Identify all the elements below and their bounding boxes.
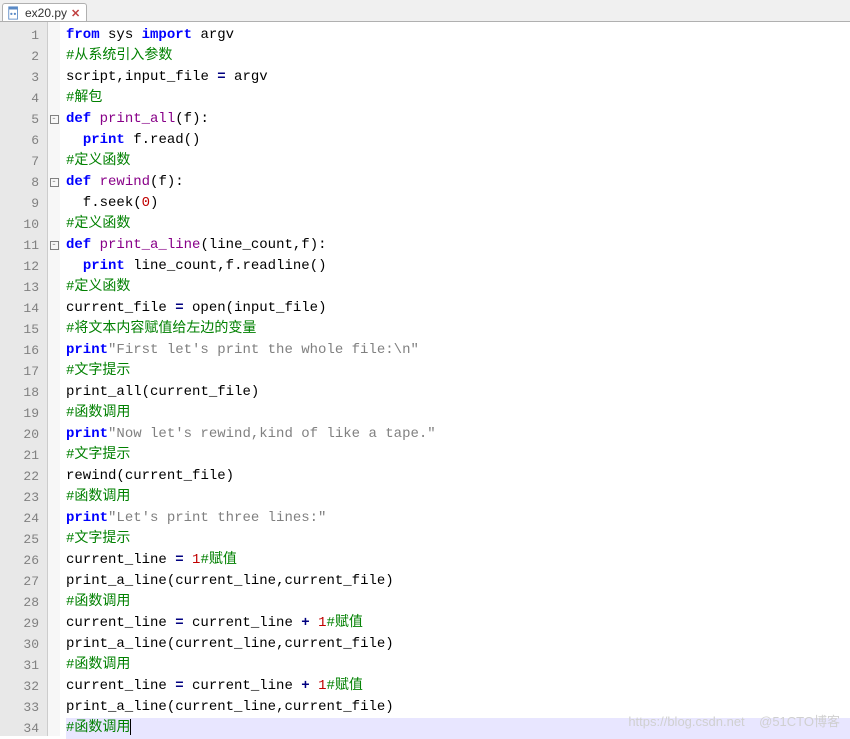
line-number: 18	[0, 382, 47, 403]
code-line[interactable]: print_a_line(current_line,current_file)	[66, 634, 850, 655]
line-number: 4	[0, 88, 47, 109]
line-number: 8	[0, 172, 47, 193]
line-number: 22	[0, 466, 47, 487]
code-line[interactable]: rewind(current_file)	[66, 466, 850, 487]
code-line[interactable]: print"First let's print the whole file:\…	[66, 340, 850, 361]
line-number: 13	[0, 277, 47, 298]
fold-toggle-icon[interactable]: -	[50, 115, 59, 124]
line-number: 21	[0, 445, 47, 466]
editor: 1234567891011121314151617181920212223242…	[0, 22, 850, 736]
code-line[interactable]: print"Now let's rewind,kind of like a ta…	[66, 424, 850, 445]
code-line[interactable]: print_a_line(current_line,current_file)	[66, 571, 850, 592]
line-number: 14	[0, 298, 47, 319]
code-line[interactable]: current_line = current_line + 1#赋值	[66, 676, 850, 697]
code-line[interactable]: #定义函数	[66, 277, 850, 298]
line-number: 6	[0, 130, 47, 151]
code-line[interactable]: current_line = current_line + 1#赋值	[66, 613, 850, 634]
tab-filename: ex20.py	[25, 6, 67, 20]
code-line[interactable]: from sys import argv	[66, 25, 850, 46]
code-line[interactable]: current_file = open(input_file)	[66, 298, 850, 319]
line-number: 15	[0, 319, 47, 340]
code-line[interactable]: #从系统引入参数	[66, 46, 850, 67]
code-line[interactable]: def print_a_line(line_count,f):	[66, 235, 850, 256]
line-number: 26	[0, 550, 47, 571]
line-number: 2	[0, 46, 47, 67]
code-line[interactable]: f.seek(0)	[66, 193, 850, 214]
fold-toggle-icon[interactable]: -	[50, 241, 59, 250]
line-number: 19	[0, 403, 47, 424]
code-line[interactable]: #定义函数	[66, 151, 850, 172]
code-line[interactable]: #函数调用	[66, 403, 850, 424]
line-number: 32	[0, 676, 47, 697]
editor-tab[interactable]: ex20.py ✕	[2, 3, 87, 21]
code-line[interactable]: #文字提示	[66, 361, 850, 382]
line-number: 9	[0, 193, 47, 214]
line-number: 11	[0, 235, 47, 256]
code-line[interactable]: #文字提示	[66, 445, 850, 466]
line-number: 16	[0, 340, 47, 361]
line-number: 12	[0, 256, 47, 277]
code-line[interactable]: def rewind(f):	[66, 172, 850, 193]
code-line[interactable]: print_a_line(current_line,current_file)	[66, 697, 850, 718]
code-line[interactable]: #函数调用	[66, 487, 850, 508]
code-line[interactable]: print"Let's print three lines:"	[66, 508, 850, 529]
fold-toggle-icon[interactable]: -	[50, 178, 59, 187]
file-icon	[7, 6, 21, 20]
code-line[interactable]: def print_all(f):	[66, 109, 850, 130]
caret	[130, 719, 131, 735]
code-line[interactable]: #函数调用	[66, 655, 850, 676]
code-line[interactable]: #解包	[66, 88, 850, 109]
code-line[interactable]: #文字提示	[66, 529, 850, 550]
line-number: 3	[0, 67, 47, 88]
line-number: 31	[0, 655, 47, 676]
code-line[interactable]: #函数调用	[66, 592, 850, 613]
line-number: 24	[0, 508, 47, 529]
tab-bar: ex20.py ✕	[0, 0, 850, 22]
line-number: 5	[0, 109, 47, 130]
fold-column: - - -	[48, 22, 60, 736]
code-area[interactable]: from sys import argv#从系统引入参数script,input…	[60, 22, 850, 736]
line-number: 29	[0, 613, 47, 634]
code-line[interactable]: current_line = 1#赋值	[66, 550, 850, 571]
line-number: 33	[0, 697, 47, 718]
code-line[interactable]: #将文本内容赋值给左边的变量	[66, 319, 850, 340]
code-line[interactable]: print_all(current_file)	[66, 382, 850, 403]
line-number: 1	[0, 25, 47, 46]
code-line[interactable]: script,input_file = argv	[66, 67, 850, 88]
line-number: 7	[0, 151, 47, 172]
line-number: 30	[0, 634, 47, 655]
line-number: 28	[0, 592, 47, 613]
close-icon[interactable]: ✕	[71, 7, 80, 20]
line-number: 25	[0, 529, 47, 550]
code-line[interactable]: #定义函数	[66, 214, 850, 235]
line-number: 27	[0, 571, 47, 592]
line-number: 23	[0, 487, 47, 508]
line-number: 20	[0, 424, 47, 445]
code-line[interactable]: print f.read()	[66, 130, 850, 151]
line-number-gutter: 1234567891011121314151617181920212223242…	[0, 22, 48, 736]
line-number: 17	[0, 361, 47, 382]
code-line[interactable]: print line_count,f.readline()	[66, 256, 850, 277]
line-number: 10	[0, 214, 47, 235]
